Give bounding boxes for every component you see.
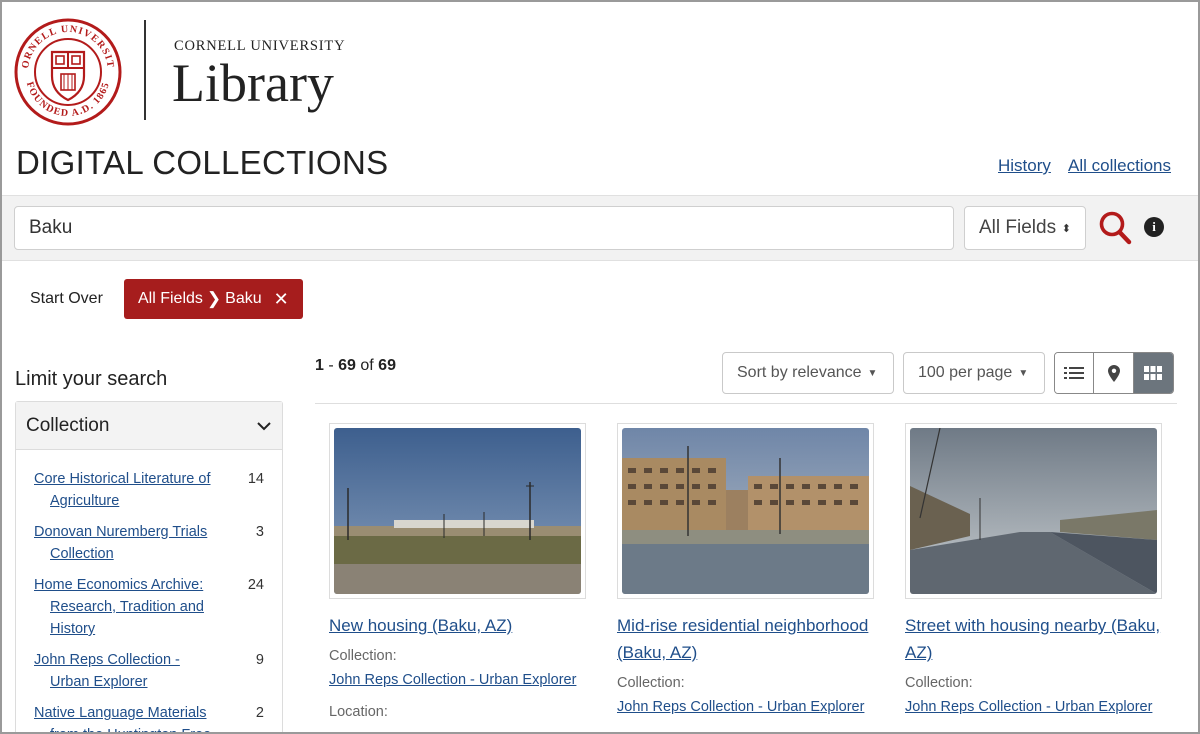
collection-link[interactable]: John Reps Collection - Urban Explorer bbox=[617, 699, 877, 715]
collection-label: Collection: bbox=[617, 675, 685, 691]
facet-item: Core Historical Literature of Agricultur… bbox=[34, 468, 282, 512]
facet-list: Core Historical Literature of Agricultur… bbox=[16, 450, 282, 732]
sort-label: Sort by relevance bbox=[737, 364, 862, 381]
result-title-link[interactable]: Mid-rise residential neighborhood (Baku,… bbox=[617, 612, 877, 666]
photo-street-with-housing bbox=[910, 428, 1157, 594]
caret-down-icon: ▼ bbox=[867, 367, 878, 379]
facet-link[interactable]: Core Historical Literature of Agricultur… bbox=[34, 468, 218, 512]
photo-mid-rise-neighborhood bbox=[622, 428, 869, 594]
nav-all-collections-link[interactable]: All collections bbox=[1068, 156, 1171, 176]
gallery-grid-icon bbox=[1144, 366, 1163, 380]
caret-down-icon: ▼ bbox=[1018, 367, 1029, 379]
collection-facet: Collection Core Historical Literature of… bbox=[15, 401, 283, 732]
result-card: New housing (Baku, AZ) Collection: John … bbox=[329, 423, 589, 720]
result-thumbnail[interactable] bbox=[617, 423, 874, 599]
result-card: Mid-rise residential neighborhood (Baku,… bbox=[617, 423, 877, 715]
chevron-right-icon: ❯ bbox=[206, 289, 222, 308]
search-input[interactable] bbox=[14, 206, 954, 250]
facet-item: Home Economics Archive: Research, Tradit… bbox=[34, 574, 282, 640]
facet-count: 9 bbox=[255, 652, 264, 668]
header-divider bbox=[144, 20, 146, 120]
facet-count: 3 bbox=[255, 524, 264, 540]
facet-header-collection[interactable]: Collection bbox=[16, 402, 282, 450]
result-thumbnail[interactable] bbox=[905, 423, 1162, 599]
photo-new-housing bbox=[334, 428, 581, 594]
close-icon[interactable]: ✕ bbox=[274, 289, 289, 310]
collection-label: Collection: bbox=[905, 675, 973, 691]
collection-link[interactable]: John Reps Collection - Urban Explorer bbox=[905, 699, 1165, 715]
search-field-select[interactable]: All Fields ⬍ bbox=[964, 206, 1086, 250]
view-type-group bbox=[1054, 352, 1174, 394]
start-over-link[interactable]: Start Over bbox=[30, 290, 103, 308]
select-updown-icon: ⬍ bbox=[1061, 222, 1071, 235]
page-frame: CORNELL UNIVERSITY FOUNDED A.D. 1865 COR… bbox=[0, 0, 1200, 734]
facet-count: 2 bbox=[255, 705, 264, 721]
of-word: of bbox=[360, 357, 374, 374]
per-page-label: 100 per page bbox=[918, 364, 1013, 381]
site-title[interactable]: DIGITAL COLLECTIONS bbox=[16, 144, 388, 182]
facet-item: Native Language Materials from the Hunti… bbox=[34, 702, 282, 732]
search-field-value: All Fields bbox=[979, 217, 1057, 238]
per-page-dropdown[interactable]: 100 per page ▼ bbox=[903, 352, 1045, 394]
library-wordmark[interactable]: Library bbox=[172, 52, 334, 114]
constraint-field: All Fields bbox=[138, 290, 203, 307]
list-view-button[interactable] bbox=[1055, 353, 1095, 393]
result-card: Street with housing nearby (Baku, AZ) Co… bbox=[905, 423, 1165, 715]
list-icon bbox=[1064, 367, 1085, 379]
location-label: Location: bbox=[329, 704, 388, 720]
map-view-button[interactable] bbox=[1094, 353, 1134, 393]
sort-dropdown[interactable]: Sort by relevance ▼ bbox=[722, 352, 894, 394]
result-title-link[interactable]: Street with housing nearby (Baku, AZ) bbox=[905, 612, 1165, 666]
gallery-view-button[interactable] bbox=[1133, 353, 1173, 393]
result-count: 1 - 69 of 69 bbox=[315, 357, 396, 374]
active-constraint-badge[interactable]: All Fields ❯ Baku ✕ bbox=[124, 279, 303, 319]
facet-name: Collection bbox=[26, 414, 110, 436]
range-end: 69 bbox=[338, 357, 356, 374]
limit-search-heading: Limit your search bbox=[15, 368, 168, 390]
facet-count: 24 bbox=[247, 577, 264, 593]
facet-item: John Reps Collection - Urban Explorer 9 bbox=[34, 649, 282, 693]
collection-link[interactable]: John Reps Collection - Urban Explorer bbox=[329, 672, 589, 688]
total-count: 69 bbox=[378, 357, 396, 374]
facet-count: 14 bbox=[247, 471, 264, 487]
info-icon[interactable]: i bbox=[1144, 217, 1164, 237]
facet-link[interactable]: Donovan Nuremberg Trials Collection bbox=[34, 521, 218, 565]
facet-link[interactable]: Home Economics Archive: Research, Tradit… bbox=[34, 574, 218, 640]
collection-label: Collection: bbox=[329, 648, 397, 664]
range-start: 1 bbox=[315, 357, 324, 374]
facet-link[interactable]: Native Language Materials from the Hunti… bbox=[34, 702, 218, 732]
result-title-link[interactable]: New housing (Baku, AZ) bbox=[329, 612, 589, 639]
map-pin-icon bbox=[1107, 364, 1120, 382]
facet-item: Donovan Nuremberg Trials Collection 3 bbox=[34, 521, 282, 565]
constraint-value: Baku bbox=[225, 290, 262, 307]
facet-link[interactable]: John Reps Collection - Urban Explorer bbox=[34, 649, 218, 693]
search-icon[interactable] bbox=[1098, 210, 1132, 246]
result-thumbnail[interactable] bbox=[329, 423, 586, 599]
chevron-down-icon bbox=[257, 421, 271, 430]
search-bar: All Fields ⬍ i bbox=[2, 195, 1198, 261]
nav-history-link[interactable]: History bbox=[998, 156, 1051, 176]
cornell-seal-logo[interactable]: CORNELL UNIVERSITY FOUNDED A.D. 1865 bbox=[14, 18, 122, 126]
results-divider bbox=[315, 403, 1177, 404]
